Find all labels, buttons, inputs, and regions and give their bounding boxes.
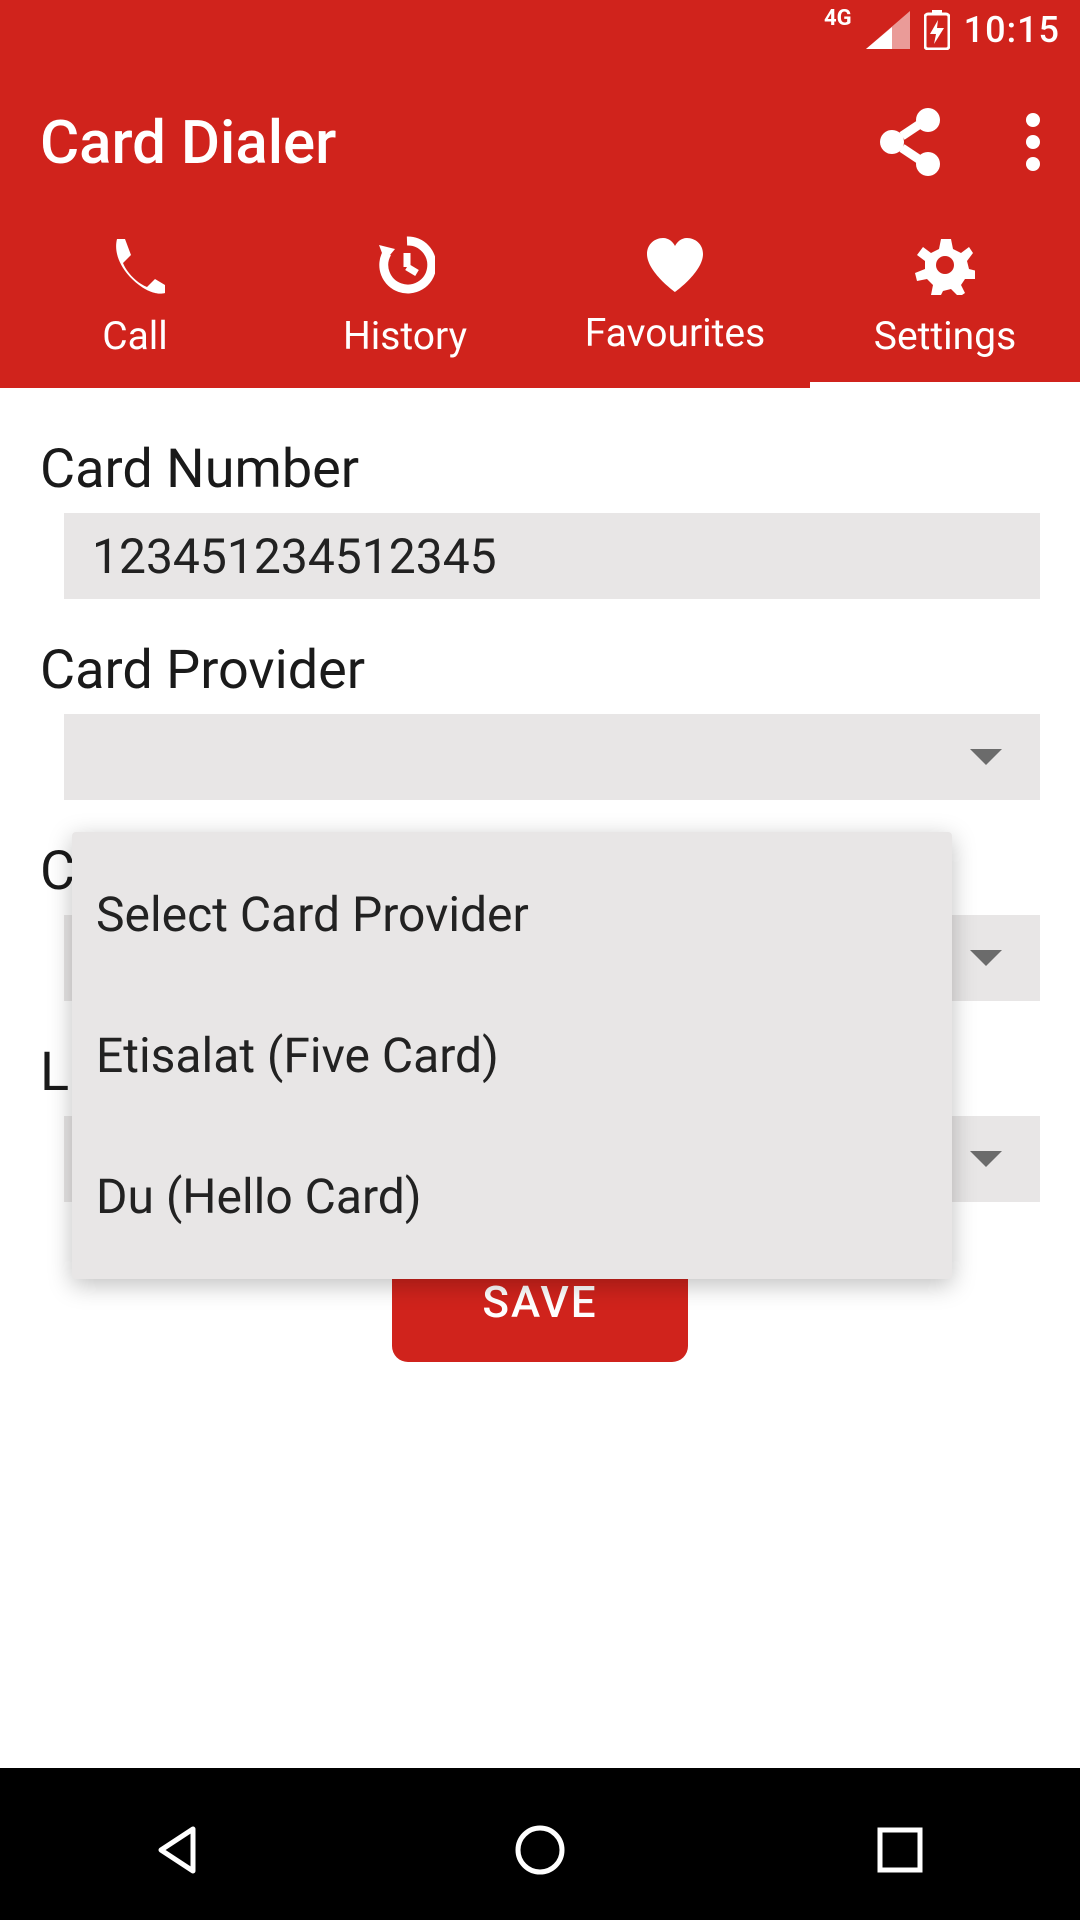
tab-settings[interactable]: Settings <box>810 218 1080 388</box>
card-number-label: Card Number <box>40 438 1040 501</box>
dropdown-item-du[interactable]: Du (Hello Card) <box>72 1126 952 1267</box>
screen: 4G 10:15 Card Dialer Call <box>0 0 1080 1920</box>
content-area: Card Number 123451234512345 Card Provide… <box>0 388 1080 1768</box>
field-card-provider: Card Provider <box>40 639 1040 800</box>
chevron-down-icon <box>970 950 1002 966</box>
tab-call-label: Call <box>102 313 168 359</box>
tab-history-label: History <box>343 313 467 359</box>
tabs: Call History Favourites Settings <box>0 218 1080 388</box>
tab-history[interactable]: History <box>270 218 540 388</box>
dropdown-item-select-provider[interactable]: Select Card Provider <box>72 844 952 985</box>
chevron-down-icon <box>970 1151 1002 1167</box>
app-bar-actions <box>874 106 1040 178</box>
status-bar: 4G 10:15 <box>0 0 1080 60</box>
gear-icon <box>915 235 975 295</box>
battery-charging-icon <box>924 10 950 50</box>
card-number-value: 123451234512345 <box>92 528 497 585</box>
chevron-down-icon <box>970 749 1002 765</box>
card-provider-label: Card Provider <box>40 639 1040 702</box>
tab-favourites[interactable]: Favourites <box>540 218 810 388</box>
field-card-number: Card Number 123451234512345 <box>40 438 1040 599</box>
tab-favourites-label: Favourites <box>585 310 765 356</box>
network-4g-icon: 4G <box>824 6 852 31</box>
tab-settings-label: Settings <box>874 313 1016 359</box>
card-provider-dropdown: Select Card Provider Etisalat (Five Card… <box>72 832 952 1279</box>
overflow-menu-icon[interactable] <box>1026 112 1040 172</box>
recent-apps-button[interactable] <box>860 1810 940 1890</box>
back-button[interactable] <box>140 1810 220 1890</box>
signal-icon <box>866 11 910 49</box>
phone-icon <box>105 235 165 295</box>
card-number-input[interactable]: 123451234512345 <box>64 513 1040 599</box>
app-bar: Card Dialer <box>0 60 1080 218</box>
share-icon[interactable] <box>874 106 946 178</box>
system-nav-bar <box>0 1780 1080 1920</box>
history-icon <box>375 235 435 295</box>
heart-icon <box>645 238 705 292</box>
tab-call[interactable]: Call <box>0 218 270 388</box>
nav-separator <box>0 1768 1080 1780</box>
app-title: Card Dialer <box>40 107 336 178</box>
card-provider-select[interactable] <box>64 714 1040 800</box>
dropdown-item-etisalat[interactable]: Etisalat (Five Card) <box>72 985 952 1126</box>
home-button[interactable] <box>500 1810 580 1890</box>
status-clock: 10:15 <box>964 9 1060 51</box>
